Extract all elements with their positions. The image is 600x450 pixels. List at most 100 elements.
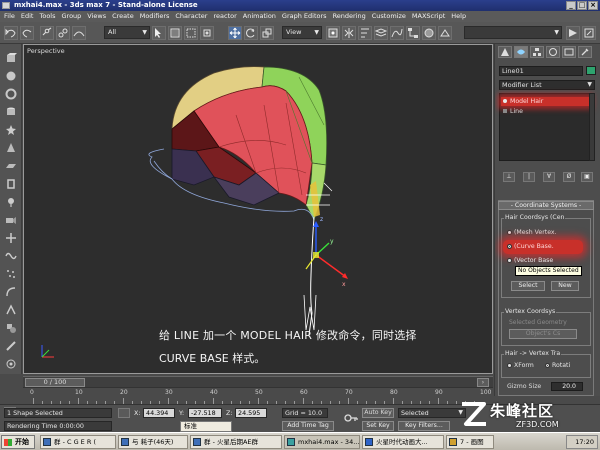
menu-help[interactable]: Help (451, 11, 466, 22)
key-filters-button[interactable]: Key Filters... (398, 421, 450, 431)
time-slider-thumb[interactable]: 0 / 100 (25, 378, 85, 387)
menu-reactor[interactable]: reactor (213, 11, 236, 22)
reference-coord-dropdown[interactable]: View ▼ (282, 26, 322, 39)
cylinder-icon[interactable] (5, 106, 17, 118)
stack-item-model-hair[interactable]: Model Hair (501, 97, 590, 106)
coordinate-systems-header[interactable]: - Coordinate Systems - (498, 201, 594, 210)
menu-modifiers[interactable]: Modifiers (140, 11, 170, 22)
camera-icon[interactable] (5, 214, 17, 226)
lightbulb-icon[interactable] (503, 99, 507, 103)
select-link-icon[interactable] (40, 26, 54, 40)
taskbar-item-qq-group[interactable]: 群 - C G E R ( (40, 435, 116, 449)
bind-space-warp-icon[interactable] (72, 26, 86, 40)
menu-tools[interactable]: Tools (39, 11, 55, 22)
cone-icon[interactable] (5, 142, 17, 154)
helmet-model[interactable] (148, 66, 328, 221)
plane-icon[interactable] (5, 160, 17, 172)
modifier-list-dropdown[interactable]: Modifier List ▼ (499, 80, 595, 90)
menu-character[interactable]: Character (175, 11, 207, 22)
time-next-icon[interactable]: › (477, 378, 489, 387)
menu-views[interactable]: Views (87, 11, 106, 22)
gizmo-size-spinner[interactable]: 20.0 (551, 382, 583, 391)
z-coordinate-field[interactable]: 24.595 (235, 408, 267, 418)
rotate-radio[interactable]: Rotati (545, 362, 570, 369)
select-and-move-icon[interactable] (228, 26, 242, 40)
perspective-viewport[interactable]: Perspective z x y 给 LINE 加一个 MODEL HAIR … (23, 44, 493, 374)
quick-render-icon[interactable] (566, 26, 580, 40)
minimize-button[interactable]: _ (566, 1, 576, 10)
select-object-icon[interactable] (152, 26, 166, 40)
taskbar-item-paint[interactable]: 7 - 画图 (446, 435, 494, 449)
stack-scrollbar[interactable] (589, 93, 595, 161)
menu-graph-editors[interactable]: Graph Editors (282, 11, 327, 22)
torus-icon[interactable] (5, 88, 17, 100)
mesh-vertex-radio[interactable]: (Mesh Vertex. (507, 229, 557, 236)
utilities-tab-icon[interactable] (578, 46, 592, 58)
schematic-view-icon[interactable] (406, 26, 420, 40)
menu-file[interactable]: File (4, 11, 15, 22)
set-key-button[interactable]: Set Key (362, 421, 394, 431)
shape-icon[interactable] (5, 286, 17, 298)
x-coordinate-field[interactable]: 44.394 (143, 408, 175, 418)
star-icon[interactable] (5, 124, 17, 136)
add-time-tag-button[interactable]: Add Time Tag (282, 421, 334, 431)
align-icon[interactable] (358, 26, 372, 40)
taskbar-item-chat[interactable]: 与 耗子(46天) (118, 435, 188, 449)
auto-key-button[interactable]: Auto Key (362, 408, 394, 418)
curve-editor-icon[interactable] (390, 26, 404, 40)
key-mode-dropdown[interactable]: Selected ▼ (398, 408, 466, 418)
compound-icon[interactable] (5, 322, 17, 334)
render-scene-icon[interactable] (438, 26, 452, 40)
close-button[interactable]: × (588, 1, 598, 10)
object-cs-button[interactable]: Object's Cs (509, 329, 577, 339)
layer-manager-icon[interactable] (374, 26, 388, 40)
menu-group[interactable]: Group (62, 11, 82, 22)
vector-base-radio[interactable]: (Vector Base (507, 257, 553, 264)
y-coordinate-field[interactable]: -27.518 (188, 408, 222, 418)
particle-icon[interactable] (5, 268, 17, 280)
menu-rendering[interactable]: Rendering (333, 11, 366, 22)
sphere-icon[interactable] (5, 70, 17, 82)
selection-filter-dropdown[interactable]: All ▼ (104, 26, 150, 39)
make-unique-icon[interactable]: ∀ (543, 172, 555, 182)
mirror-icon[interactable] (342, 26, 356, 40)
modify-tab-icon[interactable] (514, 46, 528, 58)
object-color-swatch[interactable] (586, 66, 596, 75)
box-icon[interactable] (5, 52, 17, 64)
active-shade-icon[interactable] (582, 26, 596, 40)
lock-selection-icon[interactable] (118, 408, 130, 418)
loft-icon[interactable] (5, 304, 17, 316)
systems-icon[interactable] (5, 358, 17, 370)
xform-radio[interactable]: XForm (507, 362, 534, 369)
track-bar[interactable]: 0 10 20 30 40 50 60 70 80 90 100 (23, 387, 493, 404)
configure-sets-icon[interactable]: ▣ (581, 172, 593, 182)
select-and-rotate-icon[interactable] (244, 26, 258, 40)
create-tab-icon[interactable] (498, 46, 512, 58)
bone-icon[interactable] (5, 340, 17, 352)
pivot-center-icon[interactable] (326, 26, 340, 40)
remove-modifier-icon[interactable]: Ø (563, 172, 575, 182)
object-name-field[interactable]: Line01 (499, 66, 583, 76)
menu-create[interactable]: Create (112, 11, 134, 22)
rectangular-selection-icon[interactable] (184, 26, 198, 40)
light-icon[interactable] (5, 196, 17, 208)
menu-maxscript[interactable]: MAXScript (412, 11, 445, 22)
select-by-name-icon[interactable] (168, 26, 182, 40)
render-type-dropdown[interactable]: ▼ (464, 26, 562, 39)
taskbar-item-browser[interactable]: 火星时代动画大... (362, 435, 444, 449)
undo-icon[interactable] (4, 26, 18, 40)
motion-tab-icon[interactable] (546, 46, 560, 58)
stack-item-line[interactable]: Line (501, 107, 590, 116)
select-and-scale-icon[interactable] (260, 26, 274, 40)
new-button[interactable]: New (551, 281, 579, 291)
tube-icon[interactable] (5, 178, 17, 190)
window-crossing-icon[interactable] (200, 26, 214, 40)
curve-base-radio[interactable]: (Curve Base. (507, 243, 554, 250)
menu-edit[interactable]: Edit (21, 11, 34, 22)
unlink-icon[interactable] (56, 26, 70, 40)
taskbar-item-3dsmax[interactable]: mxhai4.max - 34... (284, 435, 360, 449)
show-end-result-icon[interactable]: | (523, 172, 535, 182)
select-button[interactable]: Select (511, 281, 545, 291)
start-button[interactable]: 开始 (1, 435, 35, 449)
display-tab-icon[interactable] (562, 46, 576, 58)
